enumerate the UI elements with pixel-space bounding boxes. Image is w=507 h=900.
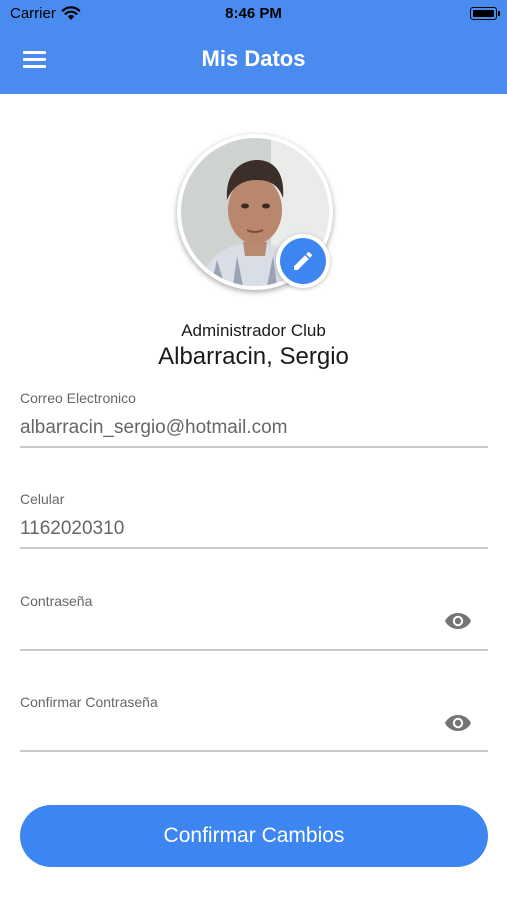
page-title: Mis Datos — [201, 46, 306, 71]
confirm-password-field[interactable]: Confirmar Contraseña — [20, 694, 488, 754]
status-time: 8:46 PM — [225, 5, 282, 22]
user-role: Administrador Club — [181, 321, 326, 340]
edit-photo-button[interactable] — [276, 234, 330, 288]
app-header: Carrier 8:46 PM Mis Datos — [0, 0, 507, 94]
pencil-icon — [294, 251, 313, 270]
confirm-changes-button[interactable]: Confirmar Cambios — [20, 805, 488, 867]
eye-icon[interactable] — [444, 611, 472, 631]
battery-icon — [470, 7, 500, 20]
phone-label: Celular — [20, 491, 65, 507]
password-underline — [20, 649, 488, 651]
confirm-password-underline — [20, 750, 488, 752]
confirm-password-label: Confirmar Contraseña — [20, 694, 158, 710]
password-label: Contraseña — [20, 593, 93, 609]
email-field[interactable]: Correo Electronico albarracin_sergio@hot… — [20, 390, 488, 450]
status-bar: Carrier 8:46 PM — [0, 0, 507, 28]
eye-icon[interactable] — [444, 713, 472, 733]
phone-underline — [20, 547, 488, 549]
user-name: Albarracin, Sergio — [158, 343, 349, 370]
email-label: Correo Electronico — [20, 390, 136, 406]
phone-value[interactable]: 1162020310 — [20, 518, 124, 540]
password-field[interactable]: Contraseña — [20, 593, 488, 653]
phone-field[interactable]: Celular 1162020310 — [20, 491, 488, 551]
email-underline — [20, 446, 488, 448]
email-value[interactable]: albarracin_sergio@hotmail.com — [20, 417, 287, 439]
